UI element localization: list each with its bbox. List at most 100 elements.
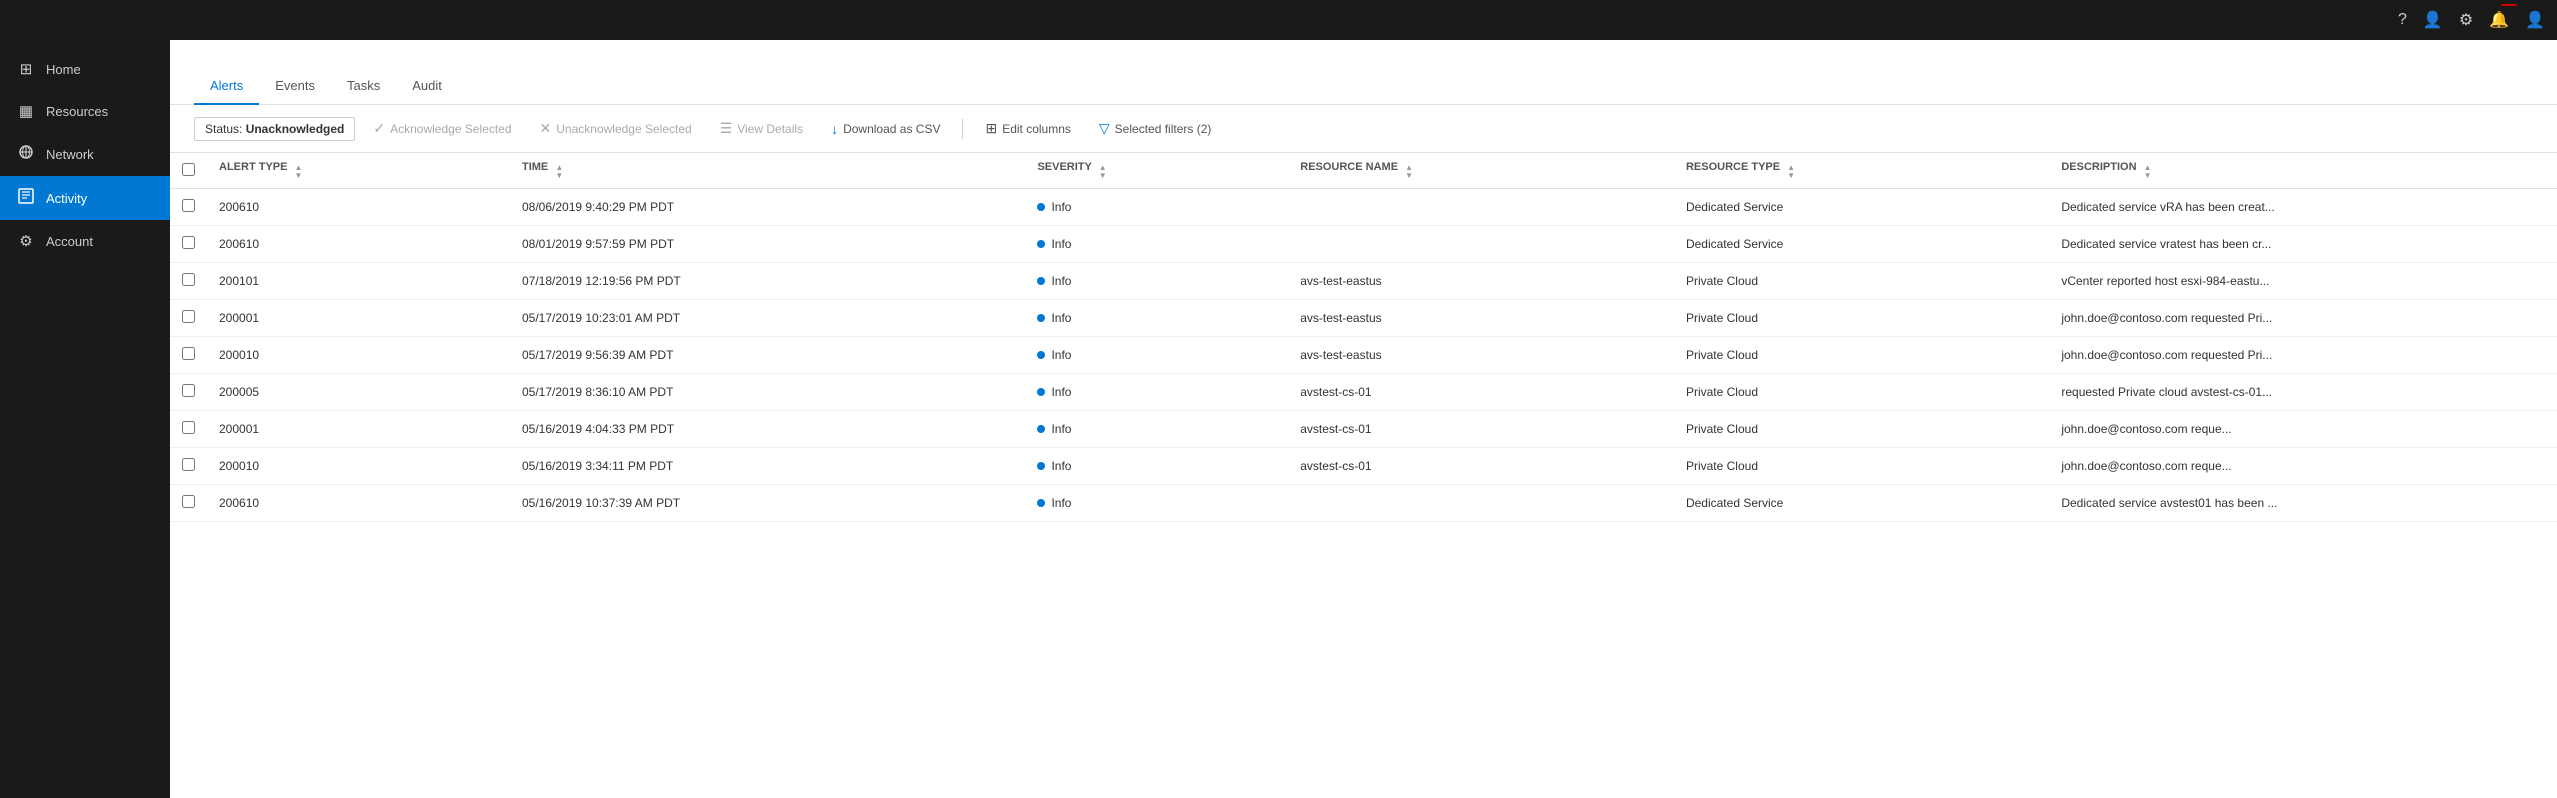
sort-description: ▲▼: [2144, 164, 2152, 180]
settings-icon[interactable]: ⚙: [2459, 10, 2473, 30]
selected-filters-button[interactable]: ▽ Selected filters (2): [1089, 115, 1221, 142]
toolbar-divider: [962, 119, 963, 139]
col-alert-type[interactable]: ALERT TYPE ▲▼: [207, 153, 510, 189]
row-checkbox[interactable]: [182, 273, 195, 286]
tab-alerts[interactable]: Alerts: [194, 68, 259, 105]
row-checkbox-cell[interactable]: [170, 337, 207, 374]
row-checkbox-cell[interactable]: [170, 374, 207, 411]
tab-events[interactable]: Events: [259, 68, 331, 105]
topbar: ? 👤 ⚙ 🔔 👤: [0, 0, 2557, 40]
account-icon[interactable]: 👤: [2525, 10, 2545, 30]
row-checkbox-cell[interactable]: [170, 448, 207, 485]
sidebar-item-account[interactable]: ⚙ Account: [0, 220, 170, 262]
person-icon[interactable]: 👤: [2423, 10, 2443, 30]
col-resource-type[interactable]: RESOURCE TYPE ▲▼: [1674, 153, 2049, 189]
row-checkbox[interactable]: [182, 236, 195, 249]
edit-columns-button[interactable]: ⊞ Edit columns: [975, 115, 1080, 142]
row-checkbox-cell[interactable]: [170, 485, 207, 522]
table-row: 200010 05/17/2019 9:56:39 AM PDT Info av…: [170, 337, 2557, 374]
cell-description: john.doe@contoso.com reque...: [2049, 411, 2557, 448]
notification-badge: [2501, 4, 2517, 6]
sidebar-item-label: Network: [46, 147, 94, 162]
sidebar-item-label: Activity: [46, 191, 87, 206]
select-all-checkbox[interactable]: [182, 163, 195, 176]
cell-resource-name: [1288, 189, 1674, 226]
help-icon[interactable]: ?: [2398, 11, 2407, 29]
row-checkbox[interactable]: [182, 199, 195, 212]
alerts-table-container: ALERT TYPE ▲▼ TIME ▲▼ SEVERITY ▲▼ RESO: [170, 153, 2557, 798]
row-checkbox[interactable]: [182, 310, 195, 323]
download-csv-label: Download as CSV: [843, 122, 940, 136]
cell-resource-type: Private Cloud: [1674, 448, 2049, 485]
cell-description: john.doe@contoso.com requested Pri...: [2049, 300, 2557, 337]
tab-audit[interactable]: Audit: [396, 68, 458, 105]
severity-label: Info: [1051, 311, 1071, 325]
view-details-button[interactable]: ☰ View Details: [710, 115, 813, 142]
cell-description: vCenter reported host esxi-984-eastu...: [2049, 263, 2557, 300]
acknowledge-button[interactable]: ✓ Acknowledge Selected: [363, 115, 521, 142]
row-checkbox-cell[interactable]: [170, 226, 207, 263]
sidebar-item-activity[interactable]: Activity: [0, 176, 170, 220]
sidebar: ⊞ Home ▦ Resources Network: [0, 40, 170, 798]
row-checkbox[interactable]: [182, 495, 195, 508]
cell-severity: Info: [1025, 189, 1288, 226]
row-checkbox-cell[interactable]: [170, 263, 207, 300]
status-filter-badge[interactable]: Status: Unacknowledged: [194, 117, 355, 141]
cell-time: 05/17/2019 9:56:39 AM PDT: [510, 337, 1025, 374]
view-details-label: View Details: [737, 122, 803, 136]
cell-description: Dedicated service avstest01 has been ...: [2049, 485, 2557, 522]
download-csv-button[interactable]: ↓ Download as CSV: [821, 116, 950, 142]
cell-severity: Info: [1025, 485, 1288, 522]
cell-alert-type: 200610: [207, 485, 510, 522]
main-layout: ⊞ Home ▦ Resources Network: [0, 40, 2557, 798]
cell-time: 05/17/2019 8:36:10 AM PDT: [510, 374, 1025, 411]
col-severity[interactable]: SEVERITY ▲▼: [1025, 153, 1288, 189]
sidebar-item-resources[interactable]: ▦ Resources: [0, 90, 170, 132]
bell-icon[interactable]: 🔔: [2489, 10, 2509, 30]
activity-icon: [16, 188, 36, 208]
cell-alert-type: 200610: [207, 189, 510, 226]
row-checkbox-cell[interactable]: [170, 189, 207, 226]
row-checkbox-cell[interactable]: [170, 300, 207, 337]
severity-dot: [1037, 314, 1045, 322]
columns-icon: ⊞: [985, 120, 997, 137]
topbar-right: ? 👤 ⚙ 🔔 👤: [2398, 10, 2545, 30]
row-checkbox[interactable]: [182, 347, 195, 360]
cell-resource-name: avs-test-eastus: [1288, 300, 1674, 337]
cell-severity: Info: [1025, 411, 1288, 448]
status-prefix: Status:: [205, 122, 246, 136]
col-resource-name[interactable]: RESOURCE NAME ▲▼: [1288, 153, 1674, 189]
select-all-header[interactable]: [170, 153, 207, 189]
cell-resource-name: avstest-cs-01: [1288, 374, 1674, 411]
network-icon: [16, 144, 36, 164]
cell-description: john.doe@contoso.com reque...: [2049, 448, 2557, 485]
cell-severity: Info: [1025, 300, 1288, 337]
cell-resource-name: avs-test-eastus: [1288, 337, 1674, 374]
sidebar-item-home[interactable]: ⊞ Home: [0, 48, 170, 90]
x-icon: ✕: [540, 120, 552, 137]
cell-resource-name: avstest-cs-01: [1288, 411, 1674, 448]
severity-dot: [1037, 240, 1045, 248]
cell-alert-type: 200005: [207, 374, 510, 411]
sidebar-item-network[interactable]: Network: [0, 132, 170, 176]
cell-resource-name: [1288, 485, 1674, 522]
sidebar-item-label: Resources: [46, 104, 108, 119]
table-row: 200101 07/18/2019 12:19:56 PM PDT Info a…: [170, 263, 2557, 300]
severity-dot: [1037, 351, 1045, 359]
severity-label: Info: [1051, 274, 1071, 288]
list-icon: ☰: [720, 120, 733, 137]
table-body: 200610 08/06/2019 9:40:29 PM PDT Info De…: [170, 189, 2557, 522]
row-checkbox[interactable]: [182, 421, 195, 434]
cell-resource-type: Private Cloud: [1674, 263, 2049, 300]
row-checkbox[interactable]: [182, 458, 195, 471]
row-checkbox[interactable]: [182, 384, 195, 397]
col-time[interactable]: TIME ▲▼: [510, 153, 1025, 189]
cell-resource-type: Private Cloud: [1674, 337, 2049, 374]
cell-resource-name: [1288, 226, 1674, 263]
col-description[interactable]: DESCRIPTION ▲▼: [2049, 153, 2557, 189]
tab-tasks[interactable]: Tasks: [331, 68, 396, 105]
table-row: 200001 05/16/2019 4:04:33 PM PDT Info av…: [170, 411, 2557, 448]
cell-severity: Info: [1025, 263, 1288, 300]
row-checkbox-cell[interactable]: [170, 411, 207, 448]
unacknowledge-button[interactable]: ✕ Unacknowledge Selected: [530, 115, 702, 142]
